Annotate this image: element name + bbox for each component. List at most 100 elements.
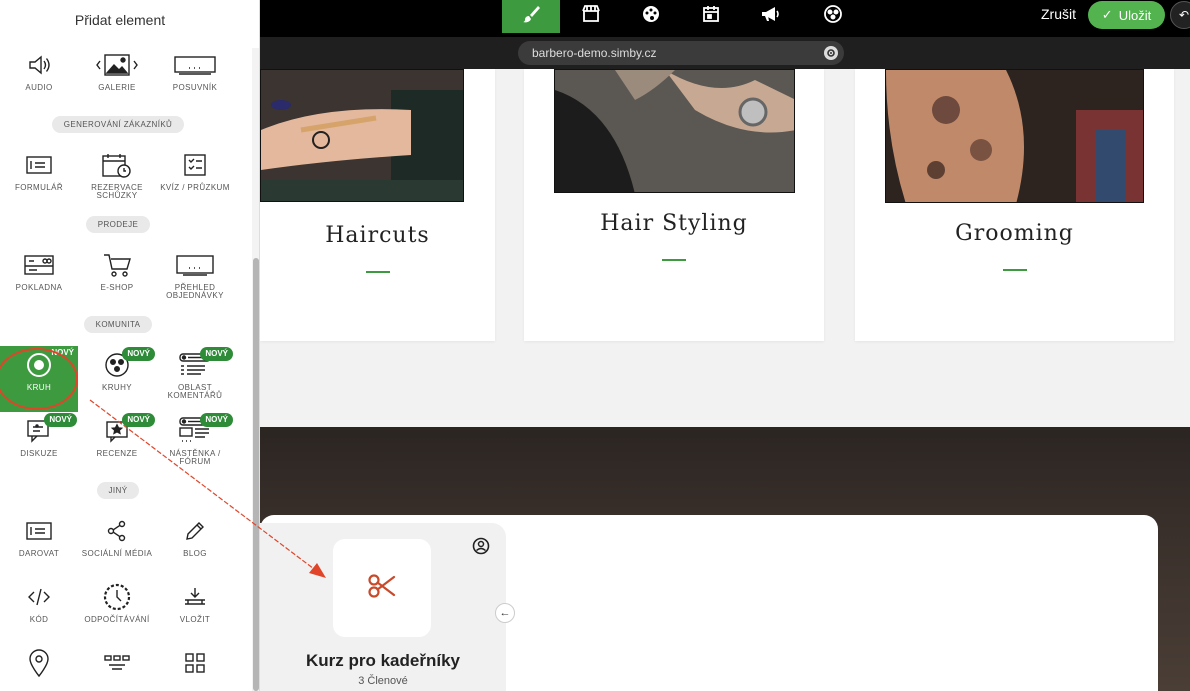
arrow-left-icon: ← <box>499 607 511 619</box>
service-card-grooming[interactable]: Grooming <box>855 69 1174 341</box>
element-tile-discussion[interactable]: DISKUZE NOVÝ <box>0 412 78 478</box>
cart-icon <box>78 248 156 282</box>
save-label: Uložit <box>1118 7 1152 23</box>
element-tile-code[interactable]: KÓD <box>0 578 78 644</box>
element-tile-label: PŘEHLED OBJEDNÁVKY <box>166 283 224 300</box>
undo-button[interactable]: ↶ <box>1170 1 1190 29</box>
element-tile-eshop[interactable]: E-SHOP <box>78 246 156 312</box>
calendar-icon <box>701 4 721 29</box>
service-card-hair-styling[interactable]: Hair Styling <box>524 69 824 341</box>
toolbar-brush-button[interactable] <box>502 0 560 33</box>
element-tile-booking[interactable]: REZERVACE SCHŮZKY <box>78 146 156 212</box>
service-image-haircuts <box>260 69 464 202</box>
section-label: KOMUNITA <box>0 314 236 333</box>
element-tile-label: REZERVACE SCHŮZKY <box>91 183 143 200</box>
element-tile-menu[interactable] <box>78 644 156 691</box>
new-badge: NOVÝ <box>200 347 233 361</box>
section-label: PRODEJE <box>0 214 236 233</box>
group-card[interactable]: Kurz pro kadeřníky 3 Členové ← <box>260 523 515 691</box>
community-icon <box>823 4 843 29</box>
element-tile-label: AUDIO <box>25 83 53 92</box>
element-row: KÓD ODPOČÍTÁVÁNÍ VLOŽIT <box>0 578 236 644</box>
element-tile-label: RECENZE <box>96 449 138 458</box>
toolbar-community-button[interactable] <box>804 0 862 33</box>
element-tile-audio[interactable]: AUDIO <box>0 46 78 112</box>
store-icon <box>581 4 601 29</box>
site-url[interactable]: barbero-demo.simby.cz <box>518 41 844 65</box>
element-tile-checkout[interactable]: POKLADNA <box>0 246 78 312</box>
new-badge: NOVÝ <box>122 347 155 361</box>
group-members-count: 3 Členové <box>358 675 408 687</box>
element-tile-slider[interactable]: POSUVNÍK <box>156 46 234 112</box>
save-button[interactable]: ✓ Uložit <box>1088 1 1165 29</box>
cancel-button[interactable]: Zrušit <box>1041 6 1076 22</box>
collapse-arrow-button[interactable]: ← <box>495 603 515 623</box>
element-tile-label: DISKUZE <box>20 449 58 458</box>
site-url-text: barbero-demo.simby.cz <box>532 46 657 60</box>
share-icon <box>78 514 156 548</box>
element-tile-label: ODPOČÍTÁVÁNÍ <box>84 615 150 624</box>
service-title: Haircuts <box>325 223 430 248</box>
service-title: Grooming <box>955 221 1074 246</box>
element-tile-label: KVÍZ / PRŮZKUM <box>160 183 230 192</box>
element-tile-reviews[interactable]: RECENZE NOVÝ <box>78 412 156 478</box>
element-row: FORMULÁŘ REZERVACE SCHŮZKY KVÍZ / PRŮZKUM <box>0 146 236 212</box>
panel-scrollbar-thumb[interactable] <box>253 258 259 691</box>
element-row: AUDIO GALERIE POSUVNÍK <box>0 46 236 112</box>
element-tile-blog[interactable]: BLOG <box>156 512 234 578</box>
undo-icon: ↶ <box>1178 8 1190 22</box>
checklist-icon <box>156 148 234 182</box>
code-icon <box>0 580 78 614</box>
element-row: DISKUZE NOVÝ RECENZE NOVÝ NÁSTĚNKA / FÓRUM NO… <box>0 412 236 478</box>
new-badge: NOVÝ <box>44 413 77 427</box>
palette-icon <box>641 4 661 29</box>
element-tile-quiz[interactable]: KVÍZ / PRŮZKUM <box>156 146 234 212</box>
service-divider <box>365 271 390 273</box>
element-tile-label: POKLADNA <box>15 283 63 292</box>
new-badge: NOVÝ <box>200 413 233 427</box>
toolbar-calendar-button[interactable] <box>682 0 740 33</box>
toolbar-palette-button[interactable] <box>622 0 680 33</box>
scissors-icon <box>367 571 397 606</box>
gallery-icon <box>78 48 156 82</box>
element-tile-label: SOCIÁLNÍ MÉDIA <box>81 549 153 558</box>
site-settings-gear-icon[interactable] <box>824 46 838 60</box>
map-pin-icon <box>0 646 78 680</box>
url-bar: barbero-demo.simby.cz <box>260 37 1190 69</box>
form-icon <box>0 148 78 182</box>
panel-title: Přidat element <box>74 12 166 28</box>
grid-icon <box>156 646 234 680</box>
section-label: JINÝ <box>0 480 236 499</box>
toolbar-store-button[interactable] <box>562 0 620 33</box>
element-tile-label: KÓD <box>29 615 49 624</box>
element-tile-comments[interactable]: OBLAST KOMENTÁŘŮ NOVÝ <box>156 346 234 412</box>
element-tile-form[interactable]: FORMULÁŘ <box>0 146 78 212</box>
check-icon: ✓ <box>1101 7 1113 22</box>
element-tile-grid[interactable] <box>156 644 234 691</box>
service-divider <box>662 259 686 261</box>
section-label: GENEROVÁNÍ ZÁKAZNÍKŮ <box>0 114 236 133</box>
service-image-grooming <box>885 69 1144 203</box>
element-tile-label: OBLAST KOMENTÁŘŮ <box>167 383 223 400</box>
toolbar-megaphone-button[interactable] <box>742 0 800 33</box>
section-label-text: PRODEJE <box>85 216 151 233</box>
editor-toolbar: Zrušit ✓ Uložit ↶ <box>260 0 1190 37</box>
element-tile-social[interactable]: SOCIÁLNÍ MÉDIA <box>78 512 156 578</box>
user-circle-icon[interactable] <box>472 537 490 560</box>
element-tile-circles[interactable]: KRUHY NOVÝ <box>78 346 156 412</box>
element-tile-map[interactable] <box>0 644 78 691</box>
element-tile-countdown[interactable]: ODPOČÍTÁVÁNÍ <box>78 578 156 644</box>
new-badge: NOVÝ <box>122 413 155 427</box>
service-image-hair-styling <box>554 69 795 193</box>
service-card-haircuts[interactable]: Haircuts <box>260 69 495 341</box>
element-tile-gallery[interactable]: GALERIE <box>78 46 156 112</box>
element-tile-donate[interactable]: DAROVAT <box>0 512 78 578</box>
element-tile-embed[interactable]: VLOŽIT <box>156 578 234 644</box>
element-tile-orders[interactable]: PŘEHLED OBJEDNÁVKY <box>156 246 234 312</box>
element-tile-forum[interactable]: NÁSTĚNKA / FÓRUM NOVÝ <box>156 412 234 478</box>
group-name: Kurz pro kadeřníky <box>306 651 460 670</box>
element-tile-label: GALERIE <box>98 83 136 92</box>
element-tile-label: DAROVAT <box>18 549 60 558</box>
element-tile-circle[interactable]: KRUH NOVÝ <box>0 346 78 412</box>
checkout-icon <box>0 248 78 282</box>
